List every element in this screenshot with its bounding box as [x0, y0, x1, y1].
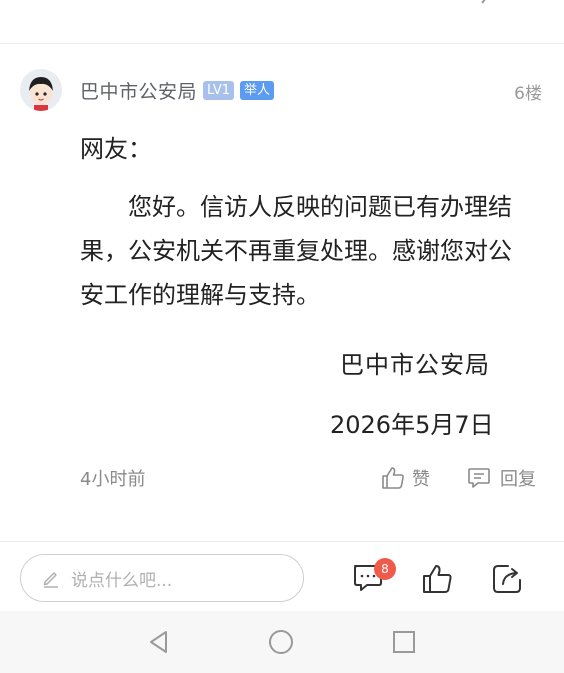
collapse-chevron-icon[interactable] — [476, 0, 488, 4]
author-row: 巴中市公安局 LV1 举人 — [80, 77, 275, 104]
bottom-action-bar: 说点什么吧... 8 — [0, 541, 564, 611]
comment-count-badge: 8 — [374, 558, 396, 580]
top-strip — [0, 0, 564, 44]
avatar[interactable] — [20, 69, 62, 111]
comment-placeholder: 说点什么吧... — [71, 570, 173, 591]
greeting: 网友： — [80, 135, 152, 163]
author-name[interactable]: 巴中市公安局 — [80, 77, 197, 104]
reply-button[interactable]: 回复 — [466, 465, 536, 491]
reply-post: 巴中市公安局 LV1 举人 6楼 网友： 您好。信访人反映的问题已有办理结果，公… — [0, 45, 564, 540]
post-time: 4小时前 — [80, 469, 146, 490]
post-body: 您好。信访人反映的问题已有办理结果，公安机关不再重复处理。感谢您对公安工作的理解… — [80, 193, 512, 309]
post-meta-row: 4小时前 赞 回复 — [80, 465, 544, 495]
comment-input[interactable]: 说点什么吧... — [20, 554, 304, 602]
thumbs-up-icon — [380, 465, 406, 491]
share-icon[interactable] — [490, 562, 524, 596]
system-navigation-bar — [0, 611, 564, 673]
post-content: 网友： 您好。信访人反映的问题已有办理结果，公安机关不再重复处理。感谢您对公安工… — [80, 127, 530, 317]
triangle-back-icon[interactable] — [146, 629, 172, 655]
role-badge: 举人 — [240, 81, 275, 100]
speech-bubble-icon — [466, 465, 492, 491]
circle-home-icon[interactable] — [268, 629, 294, 655]
square-recent-icon[interactable] — [391, 629, 417, 655]
pencil-icon — [41, 568, 61, 588]
reply-label: 回复 — [500, 469, 536, 490]
level-badge: LV1 — [203, 81, 234, 100]
signature-organization: 巴中市公安局 — [340, 351, 490, 379]
signature-date: 2026年5月7日 — [330, 411, 494, 439]
floor-number: 6楼 — [514, 84, 542, 104]
like-label: 赞 — [412, 469, 430, 490]
avatar-illustration — [20, 69, 62, 111]
thumbs-up-bar-icon[interactable] — [421, 562, 455, 596]
like-button[interactable]: 赞 — [380, 465, 430, 491]
